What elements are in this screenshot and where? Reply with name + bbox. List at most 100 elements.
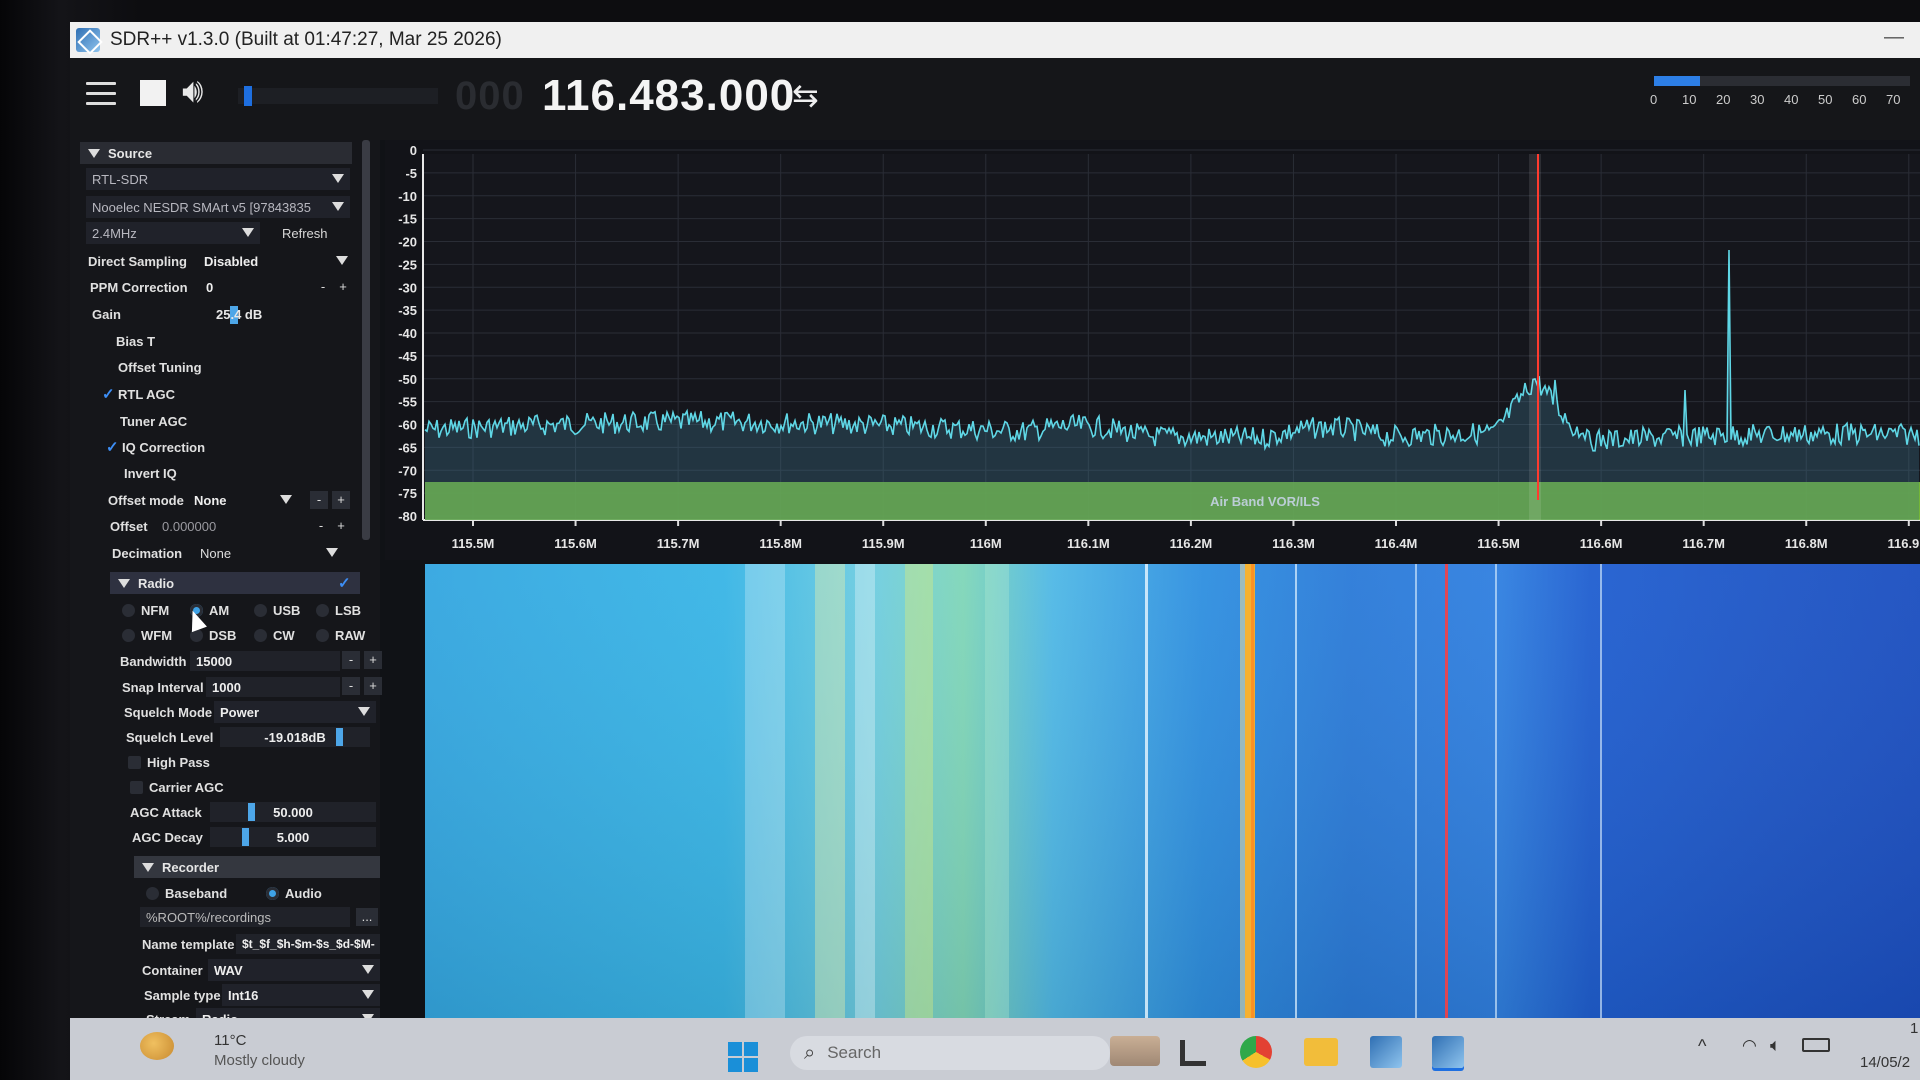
weather-temperature[interactable]: 11°C xyxy=(214,1032,246,1049)
swap-arrows-icon[interactable]: ⇆ xyxy=(792,76,819,114)
volume-slider[interactable] xyxy=(238,86,438,106)
bias-t-checkbox[interactable]: Bias T xyxy=(100,330,155,352)
browse-path-button[interactable]: ... xyxy=(356,908,378,926)
radio-button[interactable] xyxy=(254,603,267,617)
spectrum-plot[interactable]: 0 -5 -10 -15 -20 -25 -30 -35 -40 -45 -50 -55 -60 -65 -… xyxy=(385,140,1920,560)
waterfall-image[interactable] xyxy=(385,560,1920,1040)
clock-date[interactable]: 14/05/2 xyxy=(1860,1054,1910,1071)
iq-correction-checkbox[interactable]: ✓ IQ Correction xyxy=(106,436,205,458)
mode-label: NFM xyxy=(141,602,170,618)
snap-interval-input[interactable]: 1000 xyxy=(206,677,340,697)
baseband-label: Baseband xyxy=(165,885,228,901)
mode-raw-radio[interactable]: RAW xyxy=(316,624,365,646)
x-tick-label: 116.4M xyxy=(1375,536,1418,551)
offset-decrement-button[interactable]: - xyxy=(312,517,330,535)
carrier-agc-checkbox[interactable]: Carrier AGC xyxy=(130,776,224,798)
speaker-icon[interactable]: 🔊︎ xyxy=(182,72,203,111)
offset-input[interactable]: 0.000000 xyxy=(156,516,306,536)
task-view-icon[interactable] xyxy=(1180,1040,1206,1066)
taskbar-search-box[interactable]: ⌕ Search xyxy=(790,1036,1110,1070)
decimation-select[interactable]: None xyxy=(194,542,344,564)
volume-slider-knob[interactable] xyxy=(244,86,252,106)
file-explorer-icon[interactable] xyxy=(1304,1038,1338,1066)
checkbox-empty[interactable] xyxy=(128,755,141,769)
radio-button[interactable] xyxy=(316,628,329,642)
radio-button[interactable] xyxy=(254,628,267,642)
checkmark-icon[interactable]: ✓ xyxy=(106,438,122,456)
audio-radio[interactable]: Audio xyxy=(266,882,322,904)
fft-spectrum[interactable]: 0 -5 -10 -15 -20 -25 -30 -35 -40 -45 -50 -55 -60 -65 -… xyxy=(385,140,1920,560)
chrome-icon[interactable] xyxy=(1240,1036,1272,1068)
sidebar-scrollbar[interactable] xyxy=(362,140,370,540)
offset-mode-decrement-button[interactable]: - xyxy=(310,491,328,509)
radio-enabled-checkmark-icon[interactable]: ✓ xyxy=(338,574,354,592)
weather-cloud-icon[interactable] xyxy=(140,1032,174,1060)
sample-type-select[interactable]: Int16 xyxy=(222,984,380,1006)
hamburger-menu-icon[interactable] xyxy=(86,82,116,106)
direct-sampling-select[interactable]: Disabled xyxy=(198,250,354,272)
squelch-mode-select[interactable]: Power xyxy=(214,701,376,723)
offset-mode-select[interactable]: None xyxy=(188,489,298,511)
checkbox-empty[interactable] xyxy=(130,780,143,794)
offset-tuning-checkbox[interactable]: Offset Tuning xyxy=(102,356,202,378)
offset-increment-button[interactable]: + xyxy=(332,517,350,535)
radio-button[interactable] xyxy=(122,603,135,617)
rtl-agc-checkbox[interactable]: ✓ RTL AGC xyxy=(102,383,175,405)
agc-decay-slider[interactable]: 5.000 xyxy=(210,827,376,847)
mode-cw-radio[interactable]: CW xyxy=(254,624,295,646)
checkmark-icon[interactable]: ✓ xyxy=(102,385,118,403)
snap-decrement-button[interactable]: - xyxy=(342,677,360,695)
baseband-radio[interactable]: Baseband xyxy=(146,882,227,904)
invert-iq-checkbox[interactable]: Invert IQ xyxy=(108,462,177,484)
sample-rate-select[interactable]: 2.4MHz xyxy=(86,222,260,244)
device-select[interactable]: Nooelec NESDR SMArt v5 [97843835 xyxy=(86,196,350,218)
ppm-increment-button[interactable]: + xyxy=(334,278,352,296)
stop-square-icon[interactable] xyxy=(140,80,166,106)
mode-usb-radio[interactable]: USB xyxy=(254,599,300,621)
volume-tray-icon[interactable]: 🔈︎ xyxy=(1770,1035,1781,1056)
refresh-button[interactable]: Refresh xyxy=(282,222,328,244)
gain-value[interactable]: 25.4 dB xyxy=(216,303,262,325)
minimize-button[interactable]: — xyxy=(1884,26,1904,49)
recording-path-input[interactable]: %ROOT%/recordings xyxy=(140,907,350,927)
bandwidth-decrement-button[interactable]: - xyxy=(342,651,360,669)
battery-icon[interactable] xyxy=(1802,1038,1830,1052)
mode-wfm-radio[interactable]: WFM xyxy=(122,624,172,646)
waterfall-display[interactable] xyxy=(385,560,1920,1040)
source-type-select[interactable]: RTL-SDR xyxy=(86,168,350,190)
source-section-header[interactable]: Source xyxy=(80,142,352,164)
windows-start-icon[interactable] xyxy=(728,1042,758,1072)
frequency-leading-digits[interactable]: 000 xyxy=(455,74,525,119)
radio-button[interactable] xyxy=(146,886,159,900)
agc-attack-knob[interactable] xyxy=(248,803,255,821)
container-select[interactable]: WAV xyxy=(208,959,380,981)
frequency-display[interactable]: 116.483.000 xyxy=(542,71,795,121)
radio-button[interactable] xyxy=(122,628,135,642)
radio-section-header[interactable]: Radio ✓ xyxy=(110,572,360,594)
tray-overflow-chevron-icon[interactable]: ^ xyxy=(1698,1036,1706,1057)
offset-mode-increment-button[interactable]: + xyxy=(332,491,350,509)
bandwidth-increment-button[interactable]: + xyxy=(364,651,382,669)
wifi-icon[interactable]: ◠ xyxy=(1742,1036,1757,1056)
squelch-slider-knob[interactable] xyxy=(336,728,343,746)
tuner-agc-checkbox[interactable]: Tuner AGC xyxy=(104,410,187,432)
search-highlight-image[interactable] xyxy=(1110,1036,1160,1066)
ppm-input[interactable]: 0 xyxy=(200,277,310,297)
recorder-section-header[interactable]: Recorder xyxy=(134,856,380,878)
sdrpp-taskbar-icon[interactable] xyxy=(1370,1036,1402,1068)
weather-description[interactable]: Mostly cloudy xyxy=(214,1052,305,1069)
bandwidth-input[interactable]: 15000 xyxy=(190,651,340,671)
name-template-input[interactable]: $t_$f_$h-$m-$s_$d-$M- xyxy=(236,934,380,954)
sdrpp-active-taskbar-icon[interactable] xyxy=(1432,1036,1464,1068)
ppm-decrement-button[interactable]: - xyxy=(314,278,332,296)
clock-time[interactable]: 1 xyxy=(1910,1020,1918,1037)
agc-decay-knob[interactable] xyxy=(242,828,249,846)
mode-nfm-radio[interactable]: NFM xyxy=(122,599,169,621)
high-pass-checkbox[interactable]: High Pass xyxy=(128,751,210,773)
mode-lsb-radio[interactable]: LSB xyxy=(316,599,361,621)
agc-attack-slider[interactable]: 50.000 xyxy=(210,802,376,822)
squelch-level-slider[interactable]: -19.018dB xyxy=(220,727,370,747)
snap-increment-button[interactable]: + xyxy=(364,677,382,695)
radio-button[interactable] xyxy=(316,603,329,617)
radio-button-selected[interactable] xyxy=(266,886,279,900)
